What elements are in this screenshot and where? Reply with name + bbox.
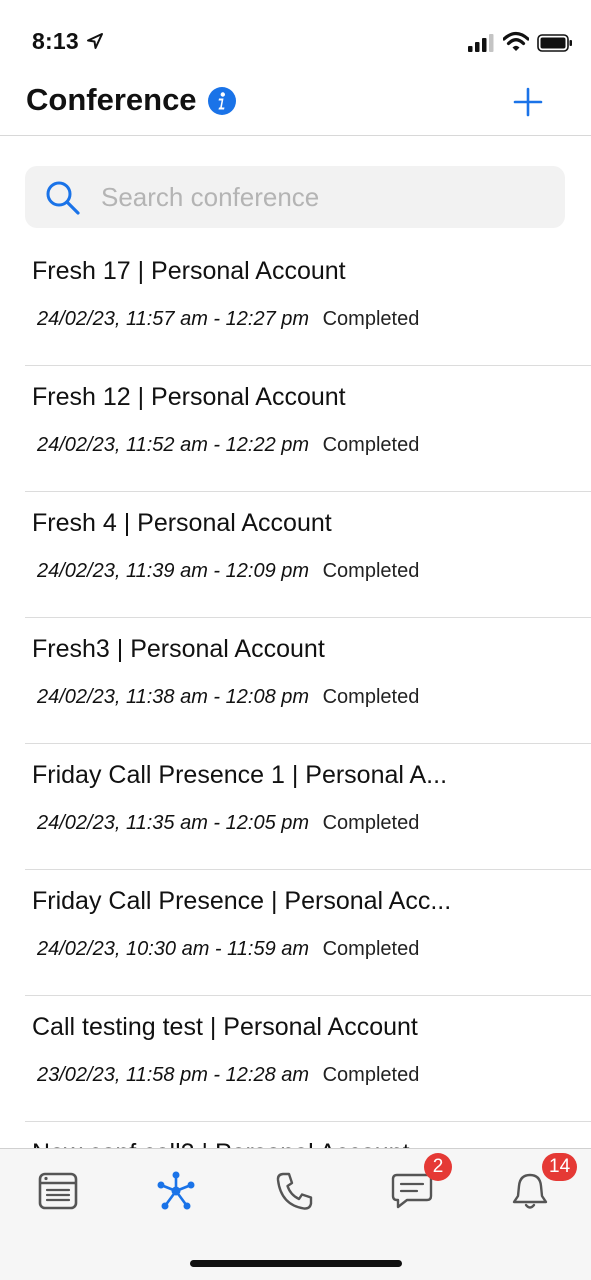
search-bar bbox=[25, 166, 565, 228]
page-title: Conference bbox=[26, 82, 197, 117]
status-bar: 8:13 bbox=[0, 0, 591, 70]
location-arrow-icon bbox=[86, 32, 104, 55]
tab-conference[interactable] bbox=[146, 1167, 206, 1215]
conference-meta: 24/02/23, 11:52 am - 12:22 pm Completed bbox=[37, 434, 419, 457]
add-conference-button[interactable] bbox=[508, 82, 548, 122]
list-item[interactable]: Fresh3 | Personal Account 24/02/23, 11:3… bbox=[25, 618, 591, 744]
tab-directory[interactable] bbox=[28, 1167, 88, 1215]
list-item[interactable]: New conf call2 | Personal Account bbox=[25, 1122, 591, 1148]
conference-title: Fresh 17 | Personal Account bbox=[32, 257, 346, 285]
conference-status: Completed bbox=[322, 560, 420, 582]
conference-title: Friday Call Presence 1 | Personal A... bbox=[32, 761, 448, 789]
conference-status: Completed bbox=[322, 812, 420, 834]
conference-meta: 24/02/23, 10:30 am - 11:59 am Completed bbox=[37, 938, 419, 961]
search-icon bbox=[45, 180, 81, 221]
wifi-icon bbox=[502, 31, 530, 58]
id-card-icon bbox=[38, 1172, 78, 1210]
conference-time: 24/02/23, 10:30 am - 11:59 am bbox=[37, 938, 310, 960]
conference-list: Fresh 17 | Personal Account 24/02/23, 11… bbox=[0, 240, 591, 1148]
list-item[interactable]: Fresh 4 | Personal Account 24/02/23, 11:… bbox=[25, 492, 591, 618]
chat-icon bbox=[391, 1173, 433, 1209]
tab-messages[interactable]: 2 bbox=[382, 1153, 452, 1215]
conference-time: 24/02/23, 11:57 am - 12:27 pm bbox=[37, 308, 310, 330]
signal-icon bbox=[468, 34, 494, 57]
conference-title: Call testing test | Personal Account bbox=[32, 1013, 418, 1041]
conference-title: Fresh3 | Personal Account bbox=[32, 635, 325, 663]
conference-title: Fresh 4 | Personal Account bbox=[32, 509, 332, 537]
conference-meta: 24/02/23, 11:57 am - 12:27 pm Completed bbox=[37, 308, 419, 331]
list-item[interactable]: Friday Call Presence 1 | Personal A... 2… bbox=[25, 744, 591, 870]
conference-time: 24/02/23, 11:35 am - 12:05 pm bbox=[37, 812, 310, 834]
info-icon[interactable] bbox=[207, 86, 237, 116]
conference-status: Completed bbox=[322, 308, 420, 330]
conference-title: Friday Call Presence | Personal Acc... bbox=[32, 887, 452, 915]
home-indicator bbox=[190, 1260, 402, 1267]
conference-hub-icon bbox=[157, 1171, 195, 1210]
phone-icon bbox=[276, 1172, 313, 1210]
header: Conference bbox=[0, 70, 591, 136]
plus-icon bbox=[513, 87, 543, 117]
list-item[interactable]: Call testing test | Personal Account 23/… bbox=[25, 996, 591, 1122]
conference-time: 24/02/23, 11:38 am - 12:08 pm bbox=[37, 686, 310, 708]
conference-title: Fresh 12 | Personal Account bbox=[32, 383, 346, 411]
battery-icon bbox=[537, 34, 573, 57]
list-item[interactable]: Friday Call Presence | Personal Acc... 2… bbox=[25, 870, 591, 996]
conference-title: New conf call2 | Personal Account bbox=[32, 1139, 502, 1148]
list-item[interactable]: Fresh 17 | Personal Account 24/02/23, 11… bbox=[25, 240, 591, 366]
conference-status: Completed bbox=[322, 686, 420, 708]
tab-calls[interactable] bbox=[264, 1167, 324, 1215]
conference-meta: 24/02/23, 11:35 am - 12:05 pm Completed bbox=[37, 812, 419, 835]
conference-time: 23/02/23, 11:58 pm - 12:28 am bbox=[37, 1064, 310, 1086]
conference-status: Completed bbox=[322, 938, 420, 960]
conference-status: Completed bbox=[322, 434, 420, 456]
conference-time: 24/02/23, 11:52 am - 12:22 pm bbox=[37, 434, 310, 456]
list-item[interactable]: Fresh 12 | Personal Account 24/02/23, 11… bbox=[25, 366, 591, 492]
notifications-badge: 14 bbox=[542, 1153, 578, 1181]
search-input[interactable] bbox=[101, 166, 541, 228]
tab-notifications[interactable]: 14 bbox=[500, 1153, 578, 1215]
status-time: 8:13 bbox=[32, 28, 79, 54]
conference-status: Completed bbox=[322, 1064, 420, 1086]
conference-time: 24/02/23, 11:39 am - 12:09 pm bbox=[37, 560, 310, 582]
messages-badge: 2 bbox=[424, 1153, 452, 1181]
conference-meta: 23/02/23, 11:58 pm - 12:28 am Completed bbox=[37, 1064, 419, 1087]
conference-meta: 24/02/23, 11:39 am - 12:09 pm Completed bbox=[37, 560, 419, 583]
bell-icon bbox=[512, 1173, 548, 1209]
tab-bar: 2 14 bbox=[0, 1148, 591, 1280]
conference-meta: 24/02/23, 11:38 am - 12:08 pm Completed bbox=[37, 686, 419, 709]
